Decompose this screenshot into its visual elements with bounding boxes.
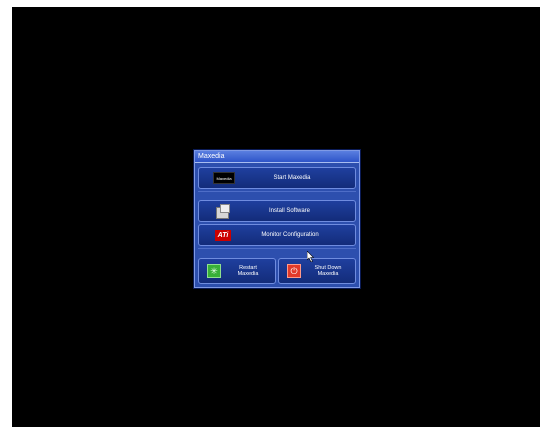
monitor-configuration-button[interactable]: ATi Monitor Configuration <box>198 224 356 246</box>
divider <box>198 248 356 249</box>
restart-icon: ✳ <box>207 264 221 278</box>
maxedia-launcher-window: Maxedia Maxedia Start Maxedia Install So… <box>194 150 360 288</box>
install-software-button[interactable]: Install Software <box>198 200 356 222</box>
restart-maxedia-button[interactable]: ✳ Restart Maxedia <box>198 258 276 284</box>
install-software-label: Install Software <box>268 208 311 214</box>
power-icon: ⏻ <box>287 264 301 278</box>
shutdown-maxedia-button[interactable]: ⏻ Shut Down Maxedia <box>278 258 356 284</box>
divider <box>198 191 356 192</box>
window-title: Maxedia <box>195 151 359 163</box>
start-maxedia-button[interactable]: Maxedia Start Maxedia <box>198 167 356 189</box>
shutdown-label-line2: Maxedia <box>317 271 339 277</box>
mouse-cursor-icon <box>307 251 315 262</box>
ati-logo-icon: ATi <box>215 229 231 241</box>
monitor-configuration-label: Monitor Configuration <box>261 232 319 238</box>
software-box-icon <box>214 204 230 219</box>
restart-label-line2: Maxedia <box>237 271 259 277</box>
shutdown-label: Shut Down Maxedia <box>301 265 355 277</box>
start-maxedia-label: Start Maxedia <box>273 175 311 181</box>
restart-label: Restart Maxedia <box>221 265 275 277</box>
maxedia-logo-icon: Maxedia <box>213 172 235 184</box>
window-body: Maxedia Start Maxedia Install Software A… <box>198 164 356 284</box>
